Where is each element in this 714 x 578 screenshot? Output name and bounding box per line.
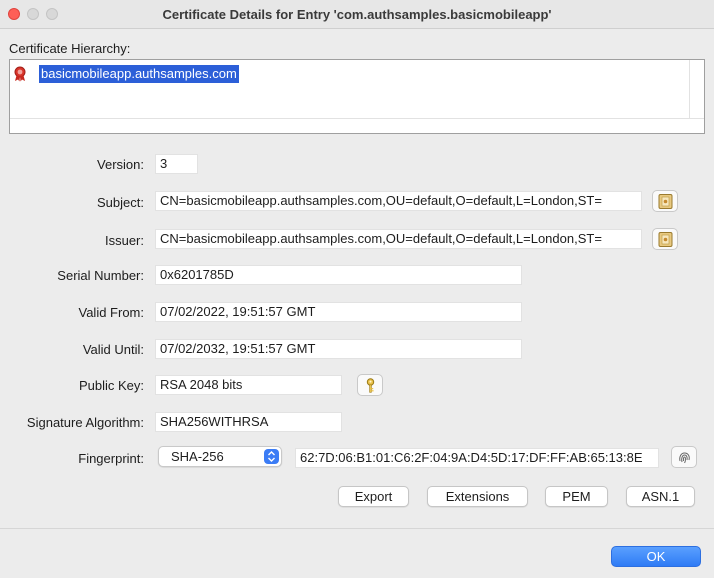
fingerprint-label: Fingerprint: <box>78 451 144 466</box>
title-bar: Certificate Details for Entry 'com.auths… <box>0 0 714 29</box>
pem-button[interactable]: PEM <box>545 486 608 507</box>
certificate-details-window: Certificate Details for Entry 'com.auths… <box>0 0 714 578</box>
version-field[interactable]: 3 <box>155 154 198 174</box>
issuer-field[interactable]: CN=basicmobileapp.authsamples.com,OU=def… <box>155 229 642 249</box>
hierarchy-item-selected[interactable]: basicmobileapp.authsamples.com <box>39 65 239 83</box>
hierarchy-vertical-scroll-track[interactable] <box>689 60 690 118</box>
signature-algorithm-field[interactable]: SHA256WITHRSA <box>155 412 342 432</box>
issuer-label: Issuer: <box>104 233 144 248</box>
valid-from-field[interactable]: 07/02/2022, 19:51:57 GMT <box>155 302 522 322</box>
ok-button[interactable]: OK <box>611 546 701 567</box>
issuer-details-button[interactable] <box>652 228 678 250</box>
chevron-up-down-icon <box>264 449 279 464</box>
fingerprint-copy-button[interactable] <box>671 446 697 468</box>
hierarchy-label: Certificate Hierarchy: <box>9 41 131 56</box>
subject-field[interactable]: CN=basicmobileapp.authsamples.com,OU=def… <box>155 191 642 211</box>
details-icon <box>658 232 673 247</box>
subject-label: Subject: <box>97 195 144 210</box>
public-key-field[interactable]: RSA 2048 bits <box>155 375 342 395</box>
public-key-label: Public Key: <box>78 378 144 393</box>
subject-details-button[interactable] <box>652 190 678 212</box>
details-icon <box>658 194 673 209</box>
fingerprint-icon <box>679 452 690 464</box>
window-title: Certificate Details for Entry 'com.auths… <box>162 7 552 22</box>
valid-until-field[interactable]: 07/02/2032, 19:51:57 GMT <box>155 339 522 359</box>
fingerprint-field[interactable]: 62:7D:06:B1:01:C6:2F:04:9A:D4:5D:17:DF:F… <box>295 448 659 468</box>
public-key-details-button[interactable] <box>357 374 383 396</box>
certificate-ribbon-icon <box>14 66 26 82</box>
serial-number-field[interactable]: 0x6201785D <box>155 265 522 285</box>
footer-divider <box>0 528 714 529</box>
asn1-button[interactable]: ASN.1 <box>626 486 695 507</box>
certificate-hierarchy-tree[interactable]: basicmobileapp.authsamples.com <box>9 59 705 134</box>
signature-algorithm-label: Signature Algorithm: <box>26 415 144 430</box>
fingerprint-algorithm-value: SHA-256 <box>171 449 224 464</box>
valid-until-label: Valid Until: <box>82 342 144 357</box>
hierarchy-horizontal-scroll-track[interactable] <box>10 118 704 119</box>
export-button[interactable]: Export <box>338 486 409 507</box>
fingerprint-algorithm-select[interactable]: SHA-256 <box>158 446 282 467</box>
serial-number-label: Serial Number: <box>57 268 144 283</box>
version-label: Version: <box>97 157 144 172</box>
key-icon <box>366 378 375 393</box>
extensions-button[interactable]: Extensions <box>427 486 528 507</box>
valid-from-label: Valid From: <box>78 305 145 320</box>
